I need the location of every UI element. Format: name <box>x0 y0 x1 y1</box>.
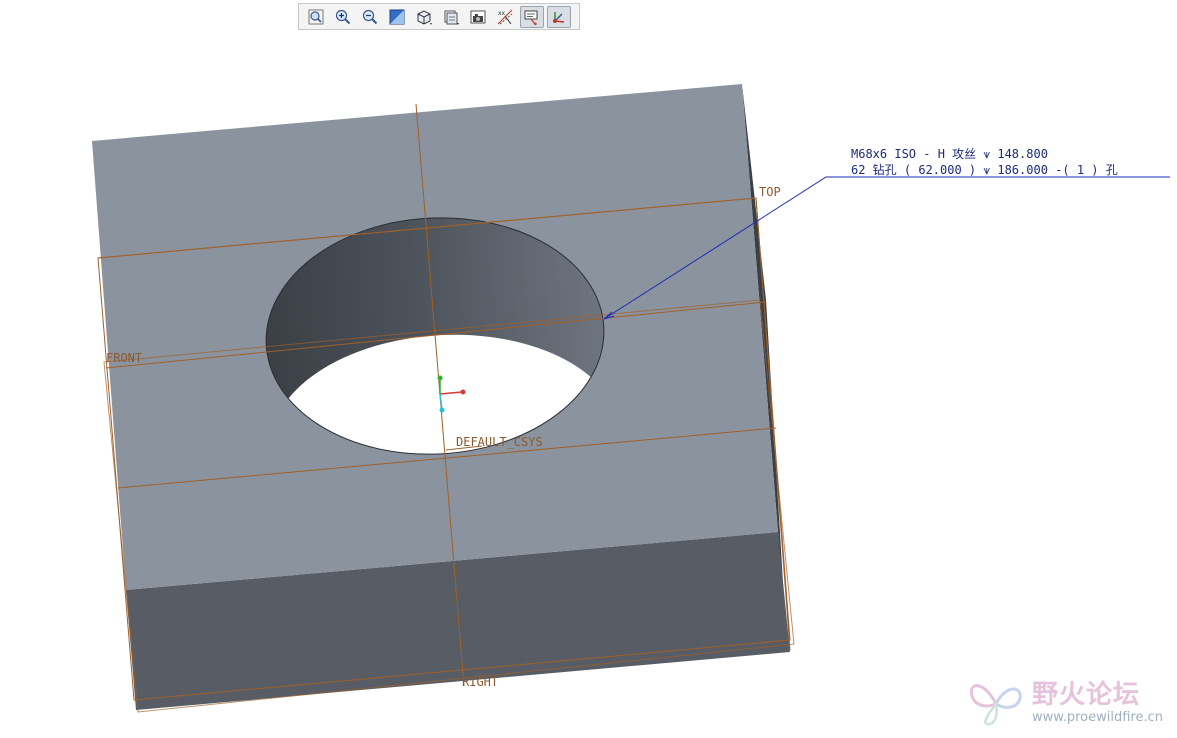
refit-icon <box>308 9 324 24</box>
view-manager-button[interactable] <box>466 6 490 28</box>
saved-views-button[interactable] <box>439 6 463 28</box>
graphics-window[interactable]: TOP FRONT RIGHT DEFAULT_CSYS M68x6 ISO -… <box>0 0 1177 738</box>
hole-note-line-1[interactable]: M68x6 ISO - H 攻丝 ⩛ 148.800 <box>851 147 1048 161</box>
watermark-url: www.proewildfire.cn <box>1032 710 1163 725</box>
saved-views-icon <box>444 10 459 25</box>
view-toolbar: xx <box>298 3 580 30</box>
view-manager-icon <box>470 10 486 23</box>
top-plane-label[interactable]: TOP <box>759 185 781 199</box>
front-plane-label[interactable]: FRONT <box>106 351 142 365</box>
annotation-display-button[interactable] <box>520 5 544 28</box>
butterfly-logo-icon <box>969 684 1022 726</box>
watermark-title: 野火论坛 <box>1032 680 1141 710</box>
spin-center-button[interactable] <box>547 5 571 28</box>
annotation-display-icon <box>524 10 538 25</box>
zoom-in-button[interactable] <box>331 6 355 28</box>
spin-center-icon <box>553 11 565 23</box>
repaint-icon <box>389 9 405 24</box>
zoom-out-icon <box>362 9 378 24</box>
display-style-icon <box>417 9 432 25</box>
datum-display-icon: xx <box>497 9 513 24</box>
zoom-in-icon <box>335 9 351 24</box>
datum-display-button[interactable]: xx <box>493 6 517 28</box>
model-viewport[interactable]: TOP FRONT RIGHT DEFAULT_CSYS M68x6 ISO -… <box>0 0 1177 738</box>
repaint-button[interactable] <box>385 6 409 28</box>
refit-button[interactable] <box>304 6 328 28</box>
svg-text:xx: xx <box>498 10 506 17</box>
right-plane-label[interactable]: RIGHT <box>462 675 498 689</box>
zoom-out-button[interactable] <box>358 6 382 28</box>
hole-note-line-2[interactable]: 62 钻孔 ( 62.000 ) ⩛ 186.000 -( 1 ) 孔 <box>851 162 1118 177</box>
csys-label[interactable]: DEFAULT_CSYS <box>456 435 543 449</box>
display-style-button[interactable] <box>412 6 436 28</box>
forum-watermark: 野火论坛 www.proewildfire.cn <box>966 672 1171 732</box>
